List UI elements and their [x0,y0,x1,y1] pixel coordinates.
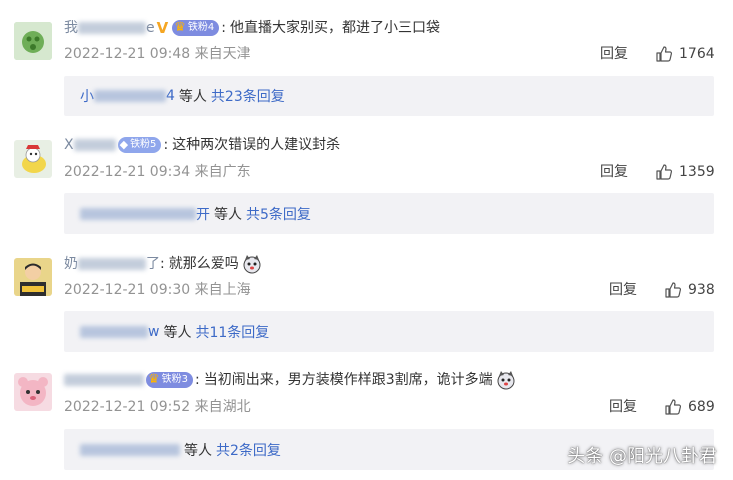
username-blurred[interactable] [78,22,146,34]
like-count: 1764 [679,46,715,62]
thumbs-up-icon [665,399,682,415]
avatar[interactable] [14,258,52,296]
location: 来自湖北 [194,399,251,415]
verified-icon: V [156,19,169,37]
thumbs-up-icon [656,46,673,62]
sub-replies-link[interactable]: 共11条回复 [195,322,269,342]
location: 来自广东 [194,164,251,180]
sub-others-label: 等人 [184,442,212,459]
comment-header: 奶 了 : 就那么爱吗 [64,254,262,274]
sub-reply-user-blurred[interactable] [94,90,166,102]
timestamp: 2022-12-21 09:52 [64,399,191,415]
sub-others-label: 等人 [163,324,192,341]
comment-meta: 2022-12-21 09:30 来自上海 [64,281,251,299]
crown-icon: ♛ [174,20,186,35]
husky-emoji-icon [243,255,261,274]
sub-replies-summary: 开 等人 共5条回复 [80,204,311,224]
sub-replies-link[interactable]: 共5条回复 [246,204,311,224]
like-count: 689 [688,399,715,415]
comment-text: 他直播大家别买，都进了小三口袋 [229,20,440,36]
comment-header: ♛ 铁粉3 : 当初闹出来，男方装模作样跟3割席，诡计多端 [64,370,516,390]
diamond-icon: ◆ [119,138,129,151]
colon: : [221,20,226,36]
sub-reply-user-blurred[interactable] [80,207,196,220]
watermark: 头条 @阳光八卦君 [567,446,717,467]
username-start[interactable]: 奶 [64,254,78,274]
fan-badge-label: 铁粉5 [130,139,157,150]
username-end[interactable]: e [146,18,155,38]
sub-reply-user-blurred[interactable] [80,325,148,338]
like-button[interactable]: 1764 [655,45,715,63]
comment-header: 我 e V ♛ 铁粉4 : 他直播大家别买，都进了小三口袋 [64,18,440,38]
comment-text: 这种两次错误的人建议封杀 [172,137,341,153]
sub-reply-user-end[interactable]: 开 [196,204,210,224]
timestamp: 2022-12-21 09:48 [64,46,191,62]
username-start[interactable]: 我 [64,18,78,38]
crown-icon: ♛ [148,372,160,387]
sub-replies-summary: 小 4 等人 共23条回复 [80,86,285,106]
fan-badge: ♛ 铁粉3 [146,372,194,388]
fan-badge: ♛ 铁粉4 [172,20,220,36]
like-button[interactable]: 938 [664,281,715,299]
sub-replies-box[interactable]: w 等人 共11条回复 [64,311,714,352]
comment-header: X ◆ 铁粉5 : 这种两次错误的人建议封杀 [64,135,340,155]
sub-replies-link[interactable]: 共23条回复 [211,86,285,106]
reply-button[interactable]: 回复 [600,163,628,181]
avatar[interactable] [14,373,52,411]
comment-meta: 2022-12-21 09:34 来自广东 [64,163,251,181]
colon: : [163,137,169,153]
sub-others-label: 等人 [214,206,242,223]
username-end[interactable]: 了 [146,254,160,274]
sub-replies-summary: 等人 共2条回复 [80,440,281,460]
comment-meta: 2022-12-21 09:52 来自湖北 [64,398,251,416]
husky-emoji-icon [497,371,515,390]
reply-button[interactable]: 回复 [600,45,628,63]
fan-badge-label: 铁粉3 [161,374,189,385]
username-blurred[interactable] [64,374,144,386]
like-count: 938 [688,282,715,298]
username-start[interactable]: X [64,135,74,155]
thumbs-up-icon [656,164,673,180]
avatar[interactable] [14,22,52,60]
avatar[interactable] [14,140,52,178]
location: 来自上海 [194,282,251,298]
like-button[interactable]: 1359 [655,163,715,181]
comment-text: 当初闹出来，男方装模作样跟3割席，诡计多端 [203,372,493,388]
timestamp: 2022-12-21 09:34 [64,164,191,180]
sub-reply-user-end[interactable]: 4 [166,88,175,104]
sub-replies-link[interactable]: 共2条回复 [216,440,281,460]
fan-badge: ◆ 铁粉5 [117,137,162,153]
sub-reply-user-blurred[interactable] [80,443,180,456]
sub-others-label: 等人 [178,89,207,105]
timestamp: 2022-12-21 09:30 [64,282,191,298]
thumbs-up-icon [665,282,682,298]
sub-reply-user-end[interactable]: w [148,324,159,340]
colon: : [160,256,165,272]
comment-meta: 2022-12-21 09:48 来自天津 [64,45,251,63]
reply-button[interactable]: 回复 [609,398,637,416]
sub-replies-box[interactable]: 小 4 等人 共23条回复 [64,76,714,116]
location: 来自天津 [194,46,251,62]
username-blurred[interactable] [73,139,116,151]
username-blurred[interactable] [78,258,146,270]
fan-badge-label: 铁粉4 [187,22,215,33]
comment-text: 就那么爱吗 [168,256,239,272]
sub-replies-box[interactable]: 开 等人 共5条回复 [64,193,714,234]
colon: : [195,372,200,388]
reply-button[interactable]: 回复 [609,281,637,299]
like-button[interactable]: 689 [664,398,715,416]
like-count: 1359 [679,164,715,180]
sub-replies-summary: w 等人 共11条回复 [80,322,269,342]
sub-reply-user-start[interactable]: 小 [80,86,94,106]
